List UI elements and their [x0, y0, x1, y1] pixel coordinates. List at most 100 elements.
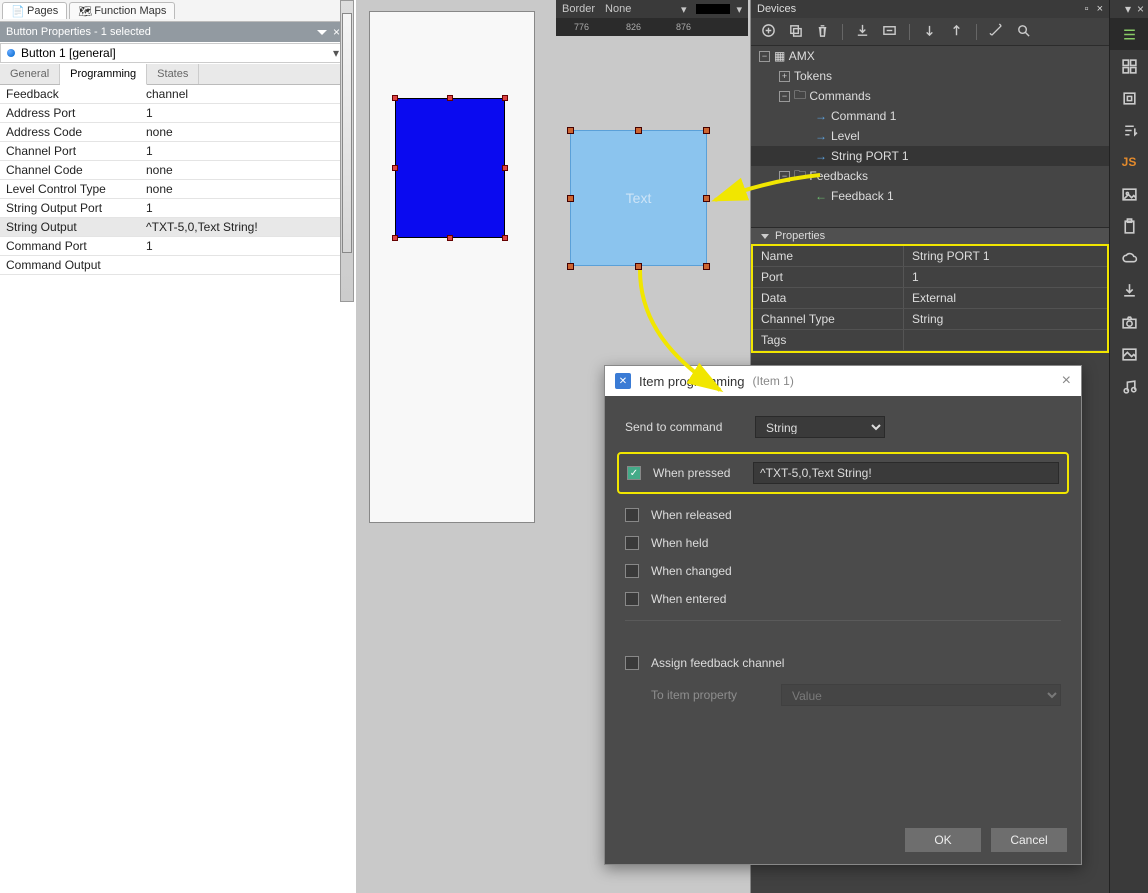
expand-icon[interactable]: −	[779, 171, 790, 182]
border-color-swatch[interactable]	[696, 4, 730, 14]
close-icon[interactable]: ×	[333, 25, 340, 39]
picture-icon[interactable]	[1110, 338, 1148, 370]
device-property-row[interactable]: Channel TypeString	[753, 309, 1107, 330]
button-selector-combo[interactable]: Button 1 [general] ▾	[0, 43, 346, 63]
collapse-icon[interactable]	[317, 30, 327, 35]
property-value[interactable]: 1	[903, 267, 1107, 287]
property-value[interactable]: External	[903, 288, 1107, 308]
music-icon[interactable]	[1110, 370, 1148, 402]
handle-e[interactable]	[502, 165, 508, 171]
property-value[interactable]: 1	[140, 237, 346, 255]
vertical-scrollbar[interactable]	[340, 0, 354, 302]
when-changed-checkbox[interactable]	[625, 564, 639, 578]
up-icon[interactable]	[949, 23, 964, 41]
handle-nw[interactable]	[567, 127, 574, 134]
property-value[interactable]	[903, 330, 1107, 350]
add-icon[interactable]	[761, 23, 776, 41]
handle-se[interactable]	[703, 263, 710, 270]
down-icon[interactable]	[922, 23, 937, 41]
handle-n[interactable]	[635, 127, 642, 134]
close-icon[interactable]: ×	[1137, 2, 1144, 16]
tab-pages[interactable]: 📄 Pages	[2, 2, 67, 19]
expand-icon[interactable]: +	[779, 71, 790, 82]
handle-w[interactable]	[392, 165, 398, 171]
handle-sw[interactable]	[392, 235, 398, 241]
property-value[interactable]: 1	[140, 104, 346, 122]
devices-tree[interactable]: −▦ AMX +Tokens −🗀 Commands →Command 1 →L…	[751, 46, 1109, 228]
cloud-icon[interactable]	[1110, 242, 1148, 274]
image-icon[interactable]	[1110, 178, 1148, 210]
border-value[interactable]: None	[605, 3, 631, 15]
when-pressed-checkbox[interactable]: ✓	[627, 466, 641, 480]
blue-button-item[interactable]	[395, 98, 505, 238]
sub-tab-states[interactable]: States	[147, 64, 199, 84]
download-icon[interactable]	[1110, 274, 1148, 306]
wand-icon[interactable]	[989, 23, 1004, 41]
border-swatch-dropdown-icon[interactable]: ▾	[736, 3, 742, 16]
teal-text-item[interactable]: Text	[570, 130, 707, 266]
property-value[interactable]	[140, 256, 346, 274]
device-property-row[interactable]: Port1	[753, 267, 1107, 288]
tree-label[interactable]: Feedbacks	[809, 169, 868, 183]
search-icon[interactable]	[1016, 23, 1031, 41]
handle-nw[interactable]	[392, 95, 398, 101]
sub-tab-general[interactable]: General	[0, 64, 60, 84]
pin-icon[interactable]: ▫	[1085, 3, 1089, 15]
camera-icon[interactable]	[1110, 306, 1148, 338]
when-held-checkbox[interactable]	[625, 536, 639, 550]
properties-header[interactable]: Properties	[751, 228, 1109, 244]
expand-icon[interactable]: −	[759, 51, 770, 62]
layers-icon[interactable]	[1110, 82, 1148, 114]
handle-s[interactable]	[635, 263, 642, 270]
property-row[interactable]: Command Port1	[0, 237, 346, 256]
sub-tab-programming[interactable]: Programming	[60, 64, 147, 85]
handle-n[interactable]	[447, 95, 453, 101]
property-value[interactable]: 1	[140, 142, 346, 160]
property-value[interactable]: channel	[140, 85, 346, 103]
menu-chevron-icon[interactable]: ▾	[1125, 2, 1131, 16]
property-row[interactable]: Address Codenone	[0, 123, 346, 142]
when-entered-checkbox[interactable]	[625, 592, 639, 606]
send-to-command-select[interactable]: String	[755, 416, 885, 438]
property-row[interactable]: Channel Codenone	[0, 161, 346, 180]
tree-label[interactable]: Feedback 1	[831, 189, 894, 203]
handle-sw[interactable]	[567, 263, 574, 270]
property-row[interactable]: Address Port1	[0, 104, 346, 123]
tree-label[interactable]: Tokens	[794, 69, 832, 83]
handle-e[interactable]	[703, 195, 710, 202]
property-row[interactable]: Command Output	[0, 256, 346, 275]
property-value[interactable]: ^TXT-5,0,Text String!	[140, 218, 346, 236]
list-view-icon[interactable]	[1110, 18, 1148, 50]
property-value[interactable]: none	[140, 123, 346, 141]
border-dropdown-icon[interactable]: ▾	[681, 3, 687, 16]
property-value[interactable]: 1	[140, 199, 346, 217]
js-icon[interactable]: JS	[1110, 146, 1148, 178]
dialog-titlebar[interactable]: ✕ Item programming (Item 1) ×	[605, 366, 1081, 396]
when-released-checkbox[interactable]	[625, 508, 639, 522]
when-pressed-input[interactable]	[753, 462, 1059, 484]
clipboard-icon[interactable]	[1110, 210, 1148, 242]
handle-w[interactable]	[567, 195, 574, 202]
tree-label[interactable]: Commands	[809, 89, 870, 103]
property-value[interactable]: String PORT 1	[903, 246, 1107, 266]
sort-icon[interactable]	[1110, 114, 1148, 146]
page-preview[interactable]	[369, 11, 535, 523]
property-value[interactable]: none	[140, 161, 346, 179]
tab-function-maps[interactable]: 🗺 Function Maps	[69, 2, 175, 19]
tree-label[interactable]: String PORT 1	[831, 149, 909, 163]
device-property-row[interactable]: DataExternal	[753, 288, 1107, 309]
property-row[interactable]: String Output^TXT-5,0,Text String!	[0, 218, 346, 237]
expand-icon[interactable]: −	[779, 91, 790, 102]
tree-label[interactable]: Command 1	[831, 109, 896, 123]
import-icon[interactable]	[855, 23, 870, 41]
device-property-row[interactable]: Tags	[753, 330, 1107, 351]
assign-feedback-checkbox[interactable]	[625, 656, 639, 670]
close-icon[interactable]: ×	[1062, 372, 1071, 390]
cancel-button[interactable]: Cancel	[991, 828, 1067, 852]
grid-view-icon[interactable]	[1110, 50, 1148, 82]
property-value[interactable]: none	[140, 180, 346, 198]
handle-s[interactable]	[447, 235, 453, 241]
property-row[interactable]: String Output Port1	[0, 199, 346, 218]
property-row[interactable]: Channel Port1	[0, 142, 346, 161]
property-row[interactable]: Feedbackchannel	[0, 85, 346, 104]
